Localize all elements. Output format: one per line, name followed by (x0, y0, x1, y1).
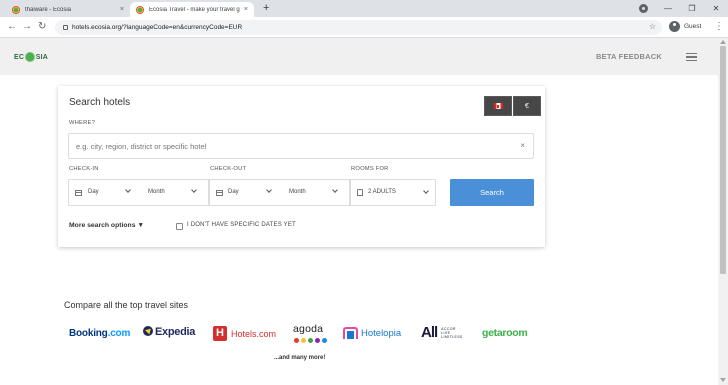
tab-ecosia-travel[interactable]: Ecosia Travel - make your travel greener… (130, 2, 254, 17)
check-in-month-value: Month (148, 189, 165, 195)
rooms-select[interactable]: 2 ADULTS (350, 179, 436, 206)
booking-dotcom-text: .com (107, 328, 131, 339)
browser-menu-icon[interactable]: ⋮ (714, 20, 724, 34)
tab-close-icon[interactable]: × (120, 6, 124, 13)
where-label: WHERE? (69, 120, 96, 126)
compare-heading: Compare all the top travel sites (64, 300, 189, 310)
room-icon (357, 189, 363, 196)
profile-icon[interactable] (639, 4, 648, 13)
logo-text-left: EC (14, 53, 25, 61)
booking-logo: Booking.com (69, 328, 130, 339)
expedia-plane-icon (143, 326, 153, 336)
ecosia-favicon-icon (12, 5, 20, 14)
accor-text: All (421, 324, 438, 341)
browser-toolbar: ← → ↻ hotels.ecosia.org/?languageCode=en… (0, 17, 728, 38)
tab-title: thaiware - Ecosia (25, 6, 72, 13)
search-hotels-card: Search hotels € WHERE? e.g. city, region… (58, 86, 545, 247)
currency-symbol: € (525, 102, 529, 110)
chevron-down-icon (266, 187, 272, 193)
bookmark-star-icon[interactable]: ☆ (649, 22, 656, 31)
ecosia-logo[interactable]: EC SIA (14, 47, 48, 67)
scrollbar-thumb[interactable] (720, 46, 726, 274)
currency-selector-button[interactable]: € (513, 96, 541, 116)
check-out-label: CHECK-OUT (210, 166, 247, 172)
hamburger-menu-icon[interactable] (686, 53, 697, 62)
country-selector-button[interactable] (484, 96, 512, 116)
no-dates-checkbox[interactable] (176, 223, 183, 230)
chevron-down-icon (332, 187, 338, 193)
hotels-com-logo: H Hotels.com (213, 326, 276, 341)
window-controls: — ❐ ✕ (656, 0, 728, 17)
search-button[interactable]: Search (450, 179, 534, 206)
agoda-dots-icon (294, 338, 329, 343)
canada-flag-icon (493, 103, 503, 109)
guest-profile-button[interactable]: Guest (669, 21, 701, 32)
rooms-value: 2 ADULTS (368, 189, 396, 195)
check-out-day-select[interactable]: Day (209, 179, 279, 206)
chevron-down-icon (423, 188, 429, 194)
chevron-down-icon (191, 187, 197, 193)
rooms-for-label: ROOMS FOR (351, 166, 389, 172)
agoda-logo: agoda (293, 323, 324, 335)
minimize-button[interactable]: — (656, 4, 680, 13)
clear-icon[interactable]: × (520, 141, 525, 150)
lock-icon (63, 25, 68, 30)
scroll-up-arrow-icon[interactable] (720, 40, 726, 44)
guest-label: Guest (684, 23, 702, 30)
expedia-logo: Expedia (143, 326, 195, 338)
hotelopia-text: Hotelopia (361, 327, 402, 339)
check-in-day-select[interactable]: Day (68, 179, 138, 206)
check-out-month-select[interactable]: Month (279, 179, 350, 206)
check-out-month-value: Month (289, 189, 306, 195)
and-many-more-text: ...and many more! (274, 355, 326, 361)
browser-tab-strip: thaiware - Ecosia × Ecosia Travel - make… (0, 0, 728, 17)
tab-close-icon[interactable]: × (244, 6, 248, 13)
check-in-month-select[interactable]: Month (138, 179, 209, 206)
scroll-down-arrow-icon[interactable] (720, 378, 726, 382)
accor-all-logo: All ACCOR LIVE LIMITLESS (421, 324, 463, 341)
chevron-down-icon (125, 187, 131, 193)
reload-button[interactable]: ↻ (38, 20, 46, 34)
page-scrollbar[interactable] (718, 38, 728, 385)
booking-text: Booking (69, 328, 108, 339)
beta-feedback-link[interactable]: BETA FEEDBACK (596, 52, 662, 61)
more-search-options-toggle[interactable]: More search options ▼ (69, 222, 144, 229)
hotelopia-icon (343, 327, 358, 339)
site-header: EC SIA BETA FEEDBACK (0, 38, 718, 75)
destination-input[interactable]: e.g. city, region, district or specific … (68, 133, 534, 159)
accor-tagline: ACCOR LIVE LIMITLESS (441, 326, 463, 339)
back-button[interactable]: ← (7, 20, 17, 34)
restore-button[interactable]: ❐ (680, 4, 704, 13)
hotels-h-icon: H (213, 326, 227, 341)
check-in-label: CHECK-IN (69, 166, 99, 172)
no-dates-label[interactable]: I DON'T HAVE SPECIFIC DATES YET (187, 222, 296, 228)
logo-text-right: SIA (35, 53, 48, 61)
forward-button[interactable]: → (22, 20, 32, 34)
destination-placeholder: e.g. city, region, district or specific … (76, 141, 207, 151)
tab-thaiware[interactable]: thaiware - Ecosia × (6, 2, 130, 17)
logo-globe-icon (25, 52, 35, 62)
tab-title: Ecosia Travel - make your travel greener (149, 6, 240, 13)
avatar-icon (669, 21, 680, 32)
ecosia-favicon-icon (136, 5, 144, 14)
url-text: hotels.ecosia.org/?languageCode=en&curre… (72, 24, 243, 31)
address-bar[interactable]: hotels.ecosia.org/?languageCode=en&curre… (55, 20, 662, 35)
hotels-text: Hotels.com (231, 328, 277, 339)
new-tab-button[interactable]: + (263, 2, 269, 15)
check-in-day-value: Day (88, 189, 99, 195)
check-out-day-value: Day (228, 189, 239, 195)
getaroom-logo: getaroom (482, 327, 528, 339)
expedia-text: Expedia (155, 326, 196, 338)
search-title: Search hotels (69, 97, 131, 108)
hotelopia-logo: Hotelopia (343, 327, 401, 339)
close-window-button[interactable]: ✕ (704, 4, 728, 13)
